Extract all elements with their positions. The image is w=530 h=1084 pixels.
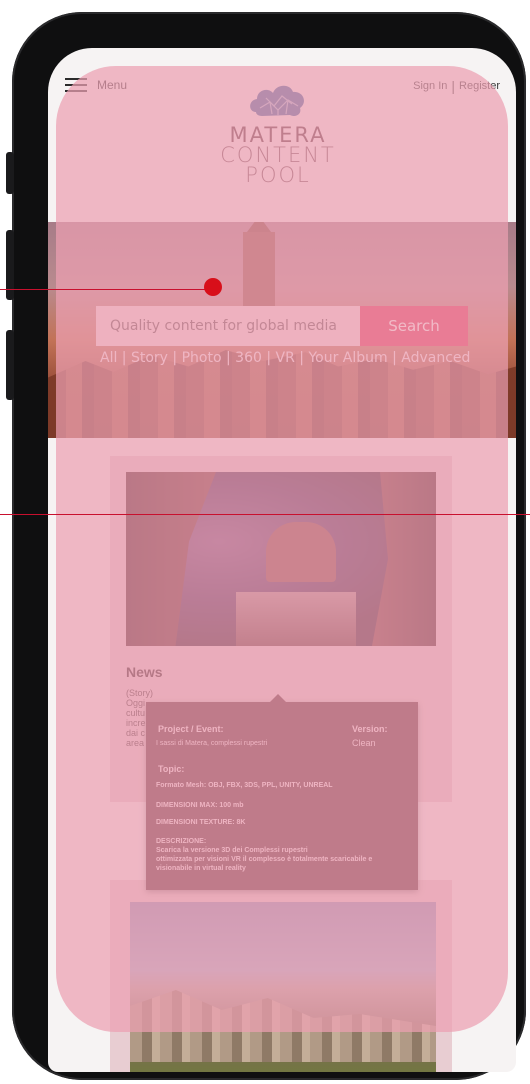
annotation-dot	[204, 278, 222, 296]
second-card[interactable]	[110, 880, 452, 1072]
phone-frame: Menu MATERA CONTENT POOL Sign In | Regis…	[6, 12, 526, 1080]
menu-button[interactable]: Menu	[65, 78, 127, 92]
popup-topic-label: Topic:	[158, 764, 185, 774]
popup-dim-max: DIMENSIONI MAX: 100 mb	[156, 802, 244, 809]
popup-version-value: Clean	[352, 738, 376, 748]
top-bar: Menu MATERA CONTENT POOL Sign In | Regis…	[48, 48, 516, 228]
auth-links: Sign In | Register	[413, 78, 500, 94]
popup-project-value: I sassi di Matera, complessi rupestri	[156, 740, 268, 747]
search-input[interactable]	[96, 306, 360, 346]
matera-content-pool-logo[interactable]: MATERA CONTENT POOL	[218, 78, 338, 187]
search-bar: Search	[96, 306, 468, 346]
search-button[interactable]: Search	[360, 306, 468, 346]
bell-tower-image	[243, 222, 275, 306]
popup-desc-label: DESCRIZIONE:	[156, 838, 207, 845]
sign-in-link[interactable]: Sign In	[413, 80, 447, 92]
filter-all[interactable]: All	[100, 350, 117, 366]
filter-advanced[interactable]: Advanced	[401, 350, 470, 366]
logo-word-content: CONTENT	[220, 143, 336, 167]
cloud-logo-icon	[250, 85, 304, 117]
register-link[interactable]: Register	[459, 80, 500, 92]
menu-label: Menu	[97, 78, 128, 92]
logo-word-matera: MATERA	[229, 123, 327, 147]
popup-desc-line-2: ottimizzata per visioni VR il complesso …	[156, 856, 373, 863]
filter-links: All | Story | Photo | 360 | VR | Your Al…	[100, 350, 471, 366]
popup-desc-line-1: Scarica la versione 3D dei Complessi rup…	[156, 847, 308, 854]
filter-photo[interactable]: Photo	[182, 350, 222, 366]
phone-side-button	[6, 152, 14, 194]
filter-vr[interactable]: VR	[276, 350, 295, 366]
popup-version-label: Version:	[352, 724, 388, 734]
matera-landscape-image[interactable]	[130, 902, 436, 1072]
phone-volume-down-button	[6, 330, 14, 400]
info-popup: Project / Event: I sassi di Matera, comp…	[146, 694, 418, 890]
hill-image	[130, 990, 436, 1062]
logo-word-pool: POOL	[245, 163, 311, 187]
filter-360[interactable]: 360	[235, 350, 262, 366]
card-title: News	[126, 664, 163, 680]
popup-desc-line-3: visionabile in virtual reality	[156, 865, 246, 872]
annotation-line-middle	[0, 514, 530, 515]
filter-your-album[interactable]: Your Album	[308, 350, 387, 366]
hamburger-icon	[65, 78, 87, 92]
hero-banner: Search All | Story | Photo | 360 | VR | …	[48, 222, 516, 438]
popup-project-label: Project / Event:	[158, 724, 224, 734]
phone-screen: Menu MATERA CONTENT POOL Sign In | Regis…	[48, 48, 516, 1072]
cave-image[interactable]	[126, 472, 436, 646]
filter-story[interactable]: Story	[131, 350, 168, 366]
auth-separator: |	[451, 78, 456, 94]
annotation-line-top	[0, 289, 212, 290]
popup-format: Formato Mesh: OBJ, FBX, 3DS, PPL, UNITY,…	[156, 782, 333, 789]
popup-dim-texture: DIMENSIONI TEXTURE: 8K	[156, 819, 246, 826]
